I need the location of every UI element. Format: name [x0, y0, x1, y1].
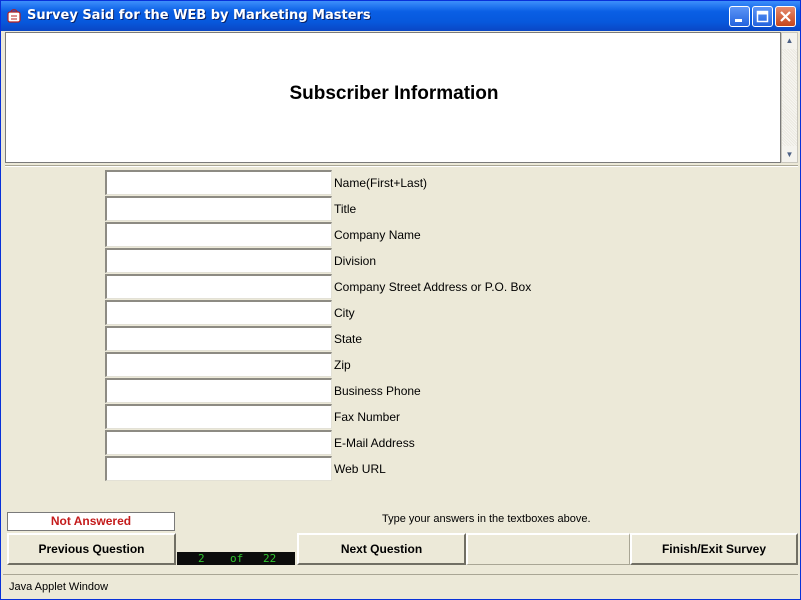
- applet-window: Survey Said for the WEB by Marketing Mas…: [0, 0, 801, 600]
- business-phone-label: Business Phone: [334, 384, 421, 398]
- total-question-count: 22: [263, 552, 277, 565]
- header-scrollbar[interactable]: ▲ ▼: [781, 32, 798, 163]
- applet-warning-bar: Java Applet Window: [3, 574, 798, 598]
- empty-button-slot: [466, 533, 630, 565]
- division-field[interactable]: [105, 248, 332, 273]
- divider: [5, 165, 798, 167]
- street-address-field[interactable]: [105, 274, 332, 299]
- title-bar[interactable]: Survey Said for the WEB by Marketing Mas…: [1, 1, 800, 31]
- email-field[interactable]: [105, 430, 332, 455]
- city-label: City: [334, 306, 355, 320]
- maximize-button[interactable]: [752, 6, 773, 27]
- name-label: Name(First+Last): [334, 176, 428, 190]
- state-label: State: [334, 332, 363, 346]
- close-icon: [780, 11, 791, 22]
- company-name-label: Company Name: [334, 228, 421, 242]
- division-label: Division: [334, 254, 377, 268]
- title-label: Title: [334, 202, 357, 216]
- minimize-icon: [735, 19, 742, 22]
- state-field[interactable]: [105, 326, 332, 351]
- finish-exit-survey-button[interactable]: Finish/Exit Survey: [630, 533, 798, 565]
- city-field[interactable]: [105, 300, 332, 325]
- question-counter: 2 of 22: [177, 552, 295, 565]
- zip-label: Zip: [334, 358, 351, 372]
- survey-app-icon[interactable]: [6, 8, 22, 24]
- scroll-down-arrow-icon[interactable]: ▼: [782, 147, 797, 162]
- company-name-field[interactable]: [105, 222, 332, 247]
- instruction-text: Type your answers in the textboxes above…: [382, 513, 591, 525]
- street-address-label: Company Street Address or P.O. Box: [334, 280, 532, 294]
- counter-of-label: of: [230, 552, 244, 565]
- close-button[interactable]: [775, 6, 796, 27]
- maximize-icon: [756, 10, 769, 23]
- question-header-panel: Subscriber Information: [5, 32, 781, 163]
- fax-number-label: Fax Number: [334, 410, 401, 424]
- business-phone-field[interactable]: [105, 378, 332, 403]
- email-label: E-Mail Address: [334, 436, 415, 450]
- answer-status-badge: Not Answered: [7, 512, 175, 531]
- scroll-up-arrow-icon[interactable]: ▲: [782, 33, 797, 48]
- web-url-field[interactable]: [105, 456, 332, 481]
- minimize-button[interactable]: [729, 6, 750, 27]
- fax-number-field[interactable]: [105, 404, 332, 429]
- web-url-label: Web URL: [334, 462, 386, 476]
- window-title: Survey Said for the WEB by Marketing Mas…: [27, 8, 371, 23]
- zip-field[interactable]: [105, 352, 332, 377]
- name-field[interactable]: [105, 170, 332, 195]
- title-field[interactable]: [105, 196, 332, 221]
- previous-question-button[interactable]: Previous Question: [7, 533, 176, 565]
- scroll-track[interactable]: [782, 49, 797, 146]
- next-question-button[interactable]: Next Question: [297, 533, 466, 565]
- current-question-number: 2: [198, 552, 205, 565]
- applet-warning-label: Java Applet Window: [9, 581, 109, 593]
- page-title: Subscriber Information: [289, 83, 499, 104]
